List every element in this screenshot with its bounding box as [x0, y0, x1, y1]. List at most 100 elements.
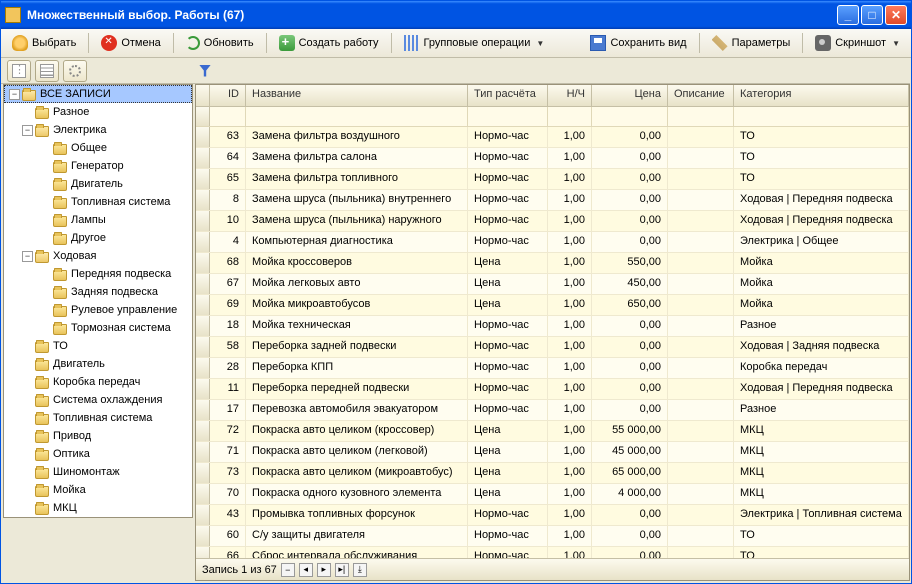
tree-item[interactable]: −Ходовая — [4, 247, 192, 265]
grid-filter-row[interactable] — [196, 107, 909, 127]
tree-item[interactable]: Топливная система — [4, 193, 192, 211]
header-cat[interactable]: Категория — [734, 85, 909, 106]
cell-desc — [668, 232, 734, 252]
grid-statusbar: Запись 1 из 67 − ◂ ▸ ▸| ⤓ — [196, 558, 909, 580]
group-ops-button[interactable]: Групповые операции▼ — [397, 32, 552, 55]
collapse-icon[interactable]: − — [22, 251, 33, 262]
list-view-button[interactable] — [35, 60, 59, 82]
params-button[interactable]: Параметры — [705, 32, 798, 55]
table-row[interactable]: 71Покраска авто целиком (легковой)Цена1,… — [196, 442, 909, 463]
tree-item[interactable]: Двигатель — [4, 355, 192, 373]
tree-item[interactable]: Другое — [4, 229, 192, 247]
tree-item[interactable]: МКЦ — [4, 499, 192, 517]
table-row[interactable]: 66Сброс интервала обслуживанияНормо-час1… — [196, 547, 909, 558]
table-row[interactable]: 64Замена фильтра салонаНормо-час1,000,00… — [196, 148, 909, 169]
settings-view-button[interactable] — [63, 60, 87, 82]
table-row[interactable]: 28Переборка КППНормо-час1,000,00Коробка … — [196, 358, 909, 379]
cell-nc: 1,00 — [548, 169, 592, 189]
tree-item[interactable]: Мойка — [4, 481, 192, 499]
tree-item[interactable]: Привод — [4, 427, 192, 445]
header-type[interactable]: Тип расчёта — [468, 85, 548, 106]
table-row[interactable]: 58Переборка задней подвескиНормо-час1,00… — [196, 337, 909, 358]
tree-item-label: Система охлаждения — [53, 394, 162, 406]
tree-item[interactable]: Разное — [4, 103, 192, 121]
tree-item[interactable]: Генератор — [4, 157, 192, 175]
category-tree[interactable]: − ВСЕ ЗАПИСИ Разное − Электрика Общее Генера… — [3, 84, 193, 518]
table-row[interactable]: 11Переборка передней подвескиНормо-час1,… — [196, 379, 909, 400]
cancel-button[interactable]: Отмена — [94, 32, 167, 55]
table-row[interactable]: 73Покраска авто целиком (микроавтобус)Це… — [196, 463, 909, 484]
tree-item[interactable]: Коробка передач — [4, 373, 192, 391]
cell-type: Цена — [468, 253, 548, 273]
cell-desc — [668, 463, 734, 483]
cell-price: 0,00 — [592, 337, 668, 357]
tree-root[interactable]: − ВСЕ ЗАПИСИ — [4, 85, 192, 103]
collapse-icon[interactable]: − — [22, 125, 33, 136]
header-id[interactable]: ID — [210, 85, 246, 106]
cell-name: Переборка задней подвески — [246, 337, 468, 357]
tree-item-label: Электрика — [53, 124, 107, 136]
maximize-button[interactable]: □ — [861, 5, 883, 25]
cell-price: 65 000,00 — [592, 463, 668, 483]
table-row[interactable]: 65Замена фильтра топливногоНормо-час1,00… — [196, 169, 909, 190]
cell-cat: Мойка — [734, 253, 909, 273]
table-row[interactable]: 10Замена шруса (пыльника) наружногоНормо… — [196, 211, 909, 232]
nav-last-button[interactable]: ▸| — [335, 563, 349, 577]
tree-item-label: Общее — [71, 142, 107, 154]
nav-first-button[interactable]: − — [281, 563, 295, 577]
create-button[interactable]: Создать работу — [272, 32, 386, 55]
tree-item[interactable]: Топливная система — [4, 409, 192, 427]
tree-view-button[interactable] — [7, 60, 31, 82]
tree-item[interactable]: − Электрика — [4, 121, 192, 139]
tree-item[interactable]: Общее — [4, 139, 192, 157]
table-row[interactable]: 68Мойка кроссоверовЦена1,00550,00Мойка — [196, 253, 909, 274]
nav-prev-button[interactable]: ◂ — [299, 563, 313, 577]
table-row[interactable]: 60С/у защиты двигателяНормо-час1,000,00Т… — [196, 526, 909, 547]
header-nc[interactable]: Н/Ч — [548, 85, 592, 106]
filter-icon[interactable] — [199, 65, 211, 77]
nav-end-button[interactable]: ⤓ — [353, 563, 367, 577]
tree-item[interactable]: Рулевое управление — [4, 301, 192, 319]
tree-item[interactable]: Двигатель — [4, 175, 192, 193]
data-grid: ID Название Тип расчёта Н/Ч Цена Описани… — [195, 84, 910, 581]
table-row[interactable]: 8Замена шруса (пыльника) внутреннегоНорм… — [196, 190, 909, 211]
tree-item[interactable]: Передняя подвеска — [4, 265, 192, 283]
grid-body[interactable]: 63Замена фильтра воздушногоНормо-час1,00… — [196, 127, 909, 558]
refresh-button[interactable]: Обновить — [179, 32, 261, 55]
table-row[interactable]: 70Покраска одного кузовного элементаЦена… — [196, 484, 909, 505]
table-row[interactable]: 67Мойка легковых автоЦена1,00450,00Мойка — [196, 274, 909, 295]
header-desc[interactable]: Описание — [668, 85, 734, 106]
tree-root-label: ВСЕ ЗАПИСИ — [40, 88, 111, 100]
cell-cat: МКЦ — [734, 484, 909, 504]
cell-nc: 1,00 — [548, 190, 592, 210]
table-row[interactable]: 72Покраска авто целиком (кроссовер)Цена1… — [196, 421, 909, 442]
close-button[interactable]: ✕ — [885, 5, 907, 25]
header-name[interactable]: Название — [246, 85, 468, 106]
tree-item[interactable]: Шиномонтаж — [4, 463, 192, 481]
folder-icon — [35, 342, 49, 353]
cell-price: 55 000,00 — [592, 421, 668, 441]
cell-name: Замена шруса (пыльника) внутреннего — [246, 190, 468, 210]
cell-cat: Ходовая | Передняя подвеска — [734, 379, 909, 399]
save-view-button[interactable]: Сохранить вид — [583, 32, 693, 55]
cell-type: Нормо-час — [468, 358, 548, 378]
table-row[interactable]: 43Промывка топливных форсунокНормо-час1,… — [196, 505, 909, 526]
table-row[interactable]: 4Компьютерная диагностикаНормо-час1,000,… — [196, 232, 909, 253]
tree-item[interactable]: ТО — [4, 337, 192, 355]
tree-item[interactable]: Оптика — [4, 445, 192, 463]
nav-next-button[interactable]: ▸ — [317, 563, 331, 577]
select-button[interactable]: Выбрать — [5, 32, 83, 55]
chevron-down-icon: ▼ — [892, 39, 900, 48]
tree-item[interactable]: Система охлаждения — [4, 391, 192, 409]
collapse-icon[interactable]: − — [9, 89, 20, 100]
minimize-button[interactable]: _ — [837, 5, 859, 25]
screenshot-button[interactable]: Скриншот▼ — [808, 32, 907, 55]
tree-item[interactable]: Лампы — [4, 211, 192, 229]
table-row[interactable]: 18Мойка техническаяНормо-час1,000,00Разн… — [196, 316, 909, 337]
tree-item[interactable]: Тормозная система — [4, 319, 192, 337]
table-row[interactable]: 69Мойка микроавтобусовЦена1,00650,00Мойк… — [196, 295, 909, 316]
header-price[interactable]: Цена — [592, 85, 668, 106]
tree-item[interactable]: Задняя подвеска — [4, 283, 192, 301]
table-row[interactable]: 63Замена фильтра воздушногоНормо-час1,00… — [196, 127, 909, 148]
table-row[interactable]: 17Перевозка автомобиля эвакуаторомНормо-… — [196, 400, 909, 421]
